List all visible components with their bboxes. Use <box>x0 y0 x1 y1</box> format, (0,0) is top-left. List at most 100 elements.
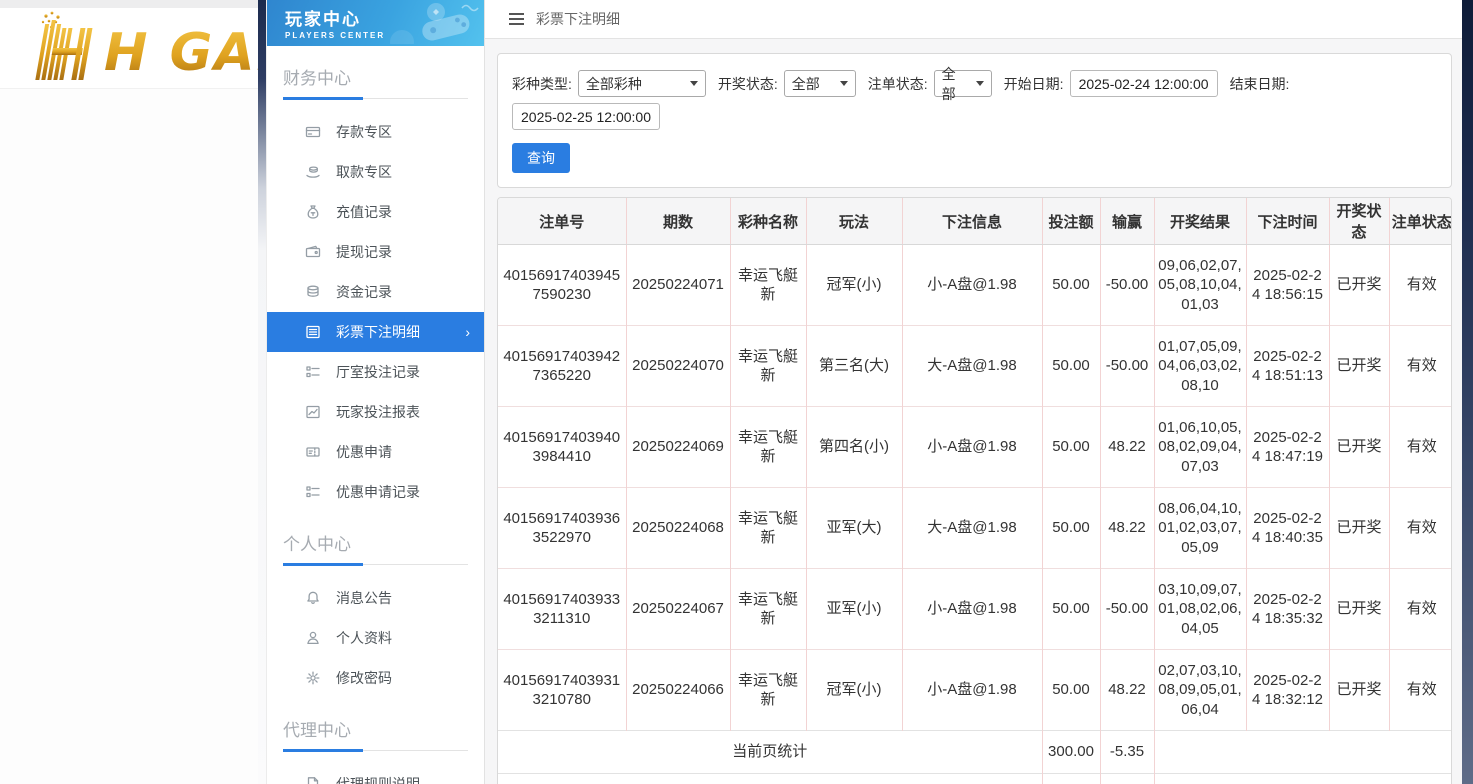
summary-empty <box>1154 731 1452 774</box>
table-cell: 50.00 <box>1042 650 1100 731</box>
sidebar-item[interactable]: 提现记录 <box>267 232 484 272</box>
table-cell: 幸运飞艇新 <box>730 650 806 731</box>
withdrawal-wallet-icon <box>305 244 321 260</box>
sidebar-item-label: 提现记录 <box>336 242 392 262</box>
withdraw-hand-icon <box>305 164 321 180</box>
table-cell: 幸运飞艇新 <box>730 326 806 407</box>
column-header: 彩种名称 <box>730 198 806 245</box>
table-row: 40156917403936352297020250224068幸运飞艇新亚军(… <box>498 488 1452 569</box>
table-cell: 亚军(大) <box>806 488 902 569</box>
sidebar-item-label: 优惠申请记录 <box>336 482 420 502</box>
sidebar-item-label: 厅室投注记录 <box>336 362 420 382</box>
sidebar-item-label: 修改密码 <box>336 668 392 688</box>
sidebar-item[interactable]: 资金记录 <box>267 272 484 312</box>
table-cell: 50.00 <box>1042 326 1100 407</box>
table-cell: 08,06,04,10,01,02,03,07,05,09 <box>1154 488 1246 569</box>
search-button[interactable]: 查询 <box>512 143 570 173</box>
bell-icon <box>305 590 321 606</box>
lottery-type-select[interactable]: 全部彩种 <box>578 70 706 97</box>
start-date-label: 开始日期: <box>1004 74 1064 94</box>
table-cell: 401569174039333211310 <box>498 569 626 650</box>
table-cell: 有效 <box>1389 569 1452 650</box>
sidebar-item[interactable]: 优惠申请 <box>267 432 484 472</box>
sidebar-item[interactable]: 玩家投注报表 <box>267 392 484 432</box>
game-controller-icon <box>388 2 480 44</box>
table-cell: 已开奖 <box>1329 245 1389 326</box>
summary-row: 总统计300.00-5.35 <box>498 774 1452 784</box>
summary-empty <box>1154 774 1452 784</box>
filter-row: 彩种类型: 全部彩种 开奖状态: 全部 注单状态: 全部 <box>512 70 1437 130</box>
column-header: 注单状态 <box>1389 198 1452 245</box>
sidebar-item-label: 玩家投注报表 <box>336 402 420 422</box>
sidebar-item[interactable]: 存款专区 <box>267 112 484 152</box>
background-strip-right <box>1462 0 1473 784</box>
table-cell: 大-A盘@1.98 <box>902 488 1042 569</box>
table-cell: 冠军(小) <box>806 650 902 731</box>
table-row: 40156917403933321131020250224067幸运飞艇新亚军(… <box>498 569 1452 650</box>
sidebar-item[interactable]: 个人资料 <box>267 618 484 658</box>
summary-label: 总统计 <box>498 774 1042 784</box>
sidebar-item-label: 彩票下注明细 <box>336 322 420 342</box>
menu-toggle-icon[interactable] <box>509 13 524 25</box>
sidebar-item[interactable]: 优惠申请记录 <box>267 472 484 512</box>
page: H GAME 玩家中心 PLAYERS CENTER <box>0 0 1473 784</box>
section-underline <box>283 563 468 566</box>
column-header: 注单号 <box>498 198 626 245</box>
table-cell: 有效 <box>1389 488 1452 569</box>
table-cell: -50.00 <box>1100 326 1154 407</box>
sidebar-item[interactable]: 修改密码 <box>267 658 484 698</box>
bet-table-panel: 注单号期数彩种名称玩法下注信息投注额输赢开奖结果下注时间开奖状态注单状态 401… <box>497 197 1452 784</box>
table-cell: 大-A盘@1.98 <box>902 326 1042 407</box>
column-header: 投注额 <box>1042 198 1100 245</box>
topbar: 彩票下注明细 <box>485 0 1462 39</box>
column-header: 下注时间 <box>1246 198 1329 245</box>
chevron-right-icon: › <box>465 324 470 340</box>
sidebar-item-label: 个人资料 <box>336 628 392 648</box>
sidebar-item[interactable]: 彩票下注明细 › <box>267 312 484 352</box>
start-date-input[interactable] <box>1070 70 1218 97</box>
chevron-down-icon <box>840 81 848 86</box>
sidebar-item[interactable]: 厅室投注记录 <box>267 352 484 392</box>
column-header: 下注信息 <box>902 198 1042 245</box>
sidebar-item[interactable]: 代理规则说明 <box>267 764 484 784</box>
draw-status-value: 全部 <box>792 74 820 94</box>
draw-status-select[interactable]: 全部 <box>784 70 856 97</box>
sidebar-item[interactable]: 取款专区 <box>267 152 484 192</box>
sidebar-section-items: 存款专区取款专区充值记录提现记录资金记录彩票下注明细›厅室投注记录玩家投注报表优… <box>267 112 484 512</box>
table-cell: 20250224069 <box>626 407 730 488</box>
sidebar-header: 玩家中心 PLAYERS CENTER <box>267 0 484 46</box>
sidebar-item[interactable]: 消息公告 <box>267 578 484 618</box>
hh-game-logo[interactable]: H GAME <box>0 8 258 89</box>
chevron-down-icon <box>690 81 698 86</box>
person-icon <box>305 630 321 646</box>
table-cell: 20250224068 <box>626 488 730 569</box>
bet-table: 注单号期数彩种名称玩法下注信息投注额输赢开奖结果下注时间开奖状态注单状态 401… <box>498 198 1452 784</box>
lottery-type-value: 全部彩种 <box>586 74 642 94</box>
table-cell: 401569174039403984410 <box>498 407 626 488</box>
end-date-input[interactable] <box>512 103 660 130</box>
table-cell: 2025-02-24 18:47:19 <box>1246 407 1329 488</box>
table-cell: 小-A盘@1.98 <box>902 650 1042 731</box>
hall-record-icon <box>305 364 321 380</box>
sidebar-section-title: 财务中心 <box>267 60 484 89</box>
sidebar-item-label: 消息公告 <box>336 588 392 608</box>
summary-bet-total: 300.00 <box>1042 731 1100 774</box>
table-cell: 冠军(小) <box>806 245 902 326</box>
column-header: 开奖结果 <box>1154 198 1246 245</box>
promo-ticket-icon <box>305 444 321 460</box>
table-cell: 已开奖 <box>1329 569 1389 650</box>
sidebar-section-items: 代理规则说明代理团队统计 <box>267 764 484 784</box>
table-cell: 01,06,10,05,08,02,09,04,07,03 <box>1154 407 1246 488</box>
gear-icon <box>305 670 321 686</box>
sidebar-item[interactable]: 充值记录 <box>267 192 484 232</box>
table-cell: 第四名(小) <box>806 407 902 488</box>
table-cell: 03,10,09,07,01,08,02,06,04,05 <box>1154 569 1246 650</box>
table-cell: 401569174039313210780 <box>498 650 626 731</box>
table-cell: 20250224066 <box>626 650 730 731</box>
table-cell: 亚军(小) <box>806 569 902 650</box>
order-status-value: 全部 <box>942 64 968 104</box>
document-icon <box>305 776 321 784</box>
sidebar-item-label: 取款专区 <box>336 162 392 182</box>
order-status-select[interactable]: 全部 <box>934 70 992 97</box>
sidebar-section-title: 代理中心 <box>267 712 484 741</box>
